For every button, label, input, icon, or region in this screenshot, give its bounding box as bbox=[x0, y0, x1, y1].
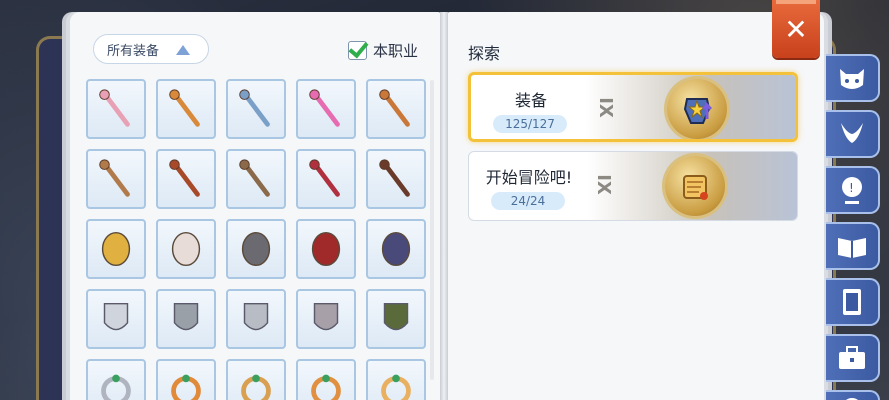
equipment-slot[interactable] bbox=[296, 79, 356, 139]
hook-staff-icon bbox=[239, 159, 270, 197]
svg-text:!: ! bbox=[849, 181, 854, 195]
equipment-grid bbox=[86, 79, 436, 400]
shovel-icon bbox=[99, 159, 130, 197]
bracelet-green-icon bbox=[381, 374, 411, 400]
tab-card[interactable] bbox=[826, 278, 880, 326]
gauntlet-icon bbox=[101, 374, 131, 400]
equipment-slot[interactable] bbox=[156, 359, 216, 400]
equipment-slot[interactable] bbox=[86, 359, 146, 400]
ring-orange-icon bbox=[311, 374, 341, 400]
bracelet-orange-icon bbox=[171, 374, 201, 400]
grid-scrollbar[interactable] bbox=[430, 80, 434, 380]
knight-statue-icon bbox=[313, 302, 339, 331]
category-name: 开始冒险吧! bbox=[485, 168, 573, 187]
staff-pink-icon bbox=[99, 89, 130, 127]
chapter-numeral: IX bbox=[592, 174, 614, 195]
category-start-adventure[interactable]: IX 开始冒险吧! 24/24 bbox=[468, 151, 798, 221]
equipment-slot[interactable] bbox=[86, 149, 146, 209]
current-job-filter[interactable]: 本职业 bbox=[348, 40, 418, 61]
equipment-slot[interactable] bbox=[156, 289, 216, 349]
round-stone-icon bbox=[241, 231, 271, 267]
ring-gold-icon bbox=[241, 374, 271, 400]
cat-face-icon bbox=[840, 69, 864, 89]
equipment-slot[interactable] bbox=[86, 289, 146, 349]
tab-compass[interactable] bbox=[826, 390, 880, 400]
equipment-slot[interactable] bbox=[156, 79, 216, 139]
book-spine bbox=[440, 12, 448, 400]
equipment-slot[interactable] bbox=[226, 149, 286, 209]
equipment-slot[interactable] bbox=[366, 359, 426, 400]
equipment-slot[interactable] bbox=[296, 359, 356, 400]
equipment-slot[interactable] bbox=[226, 289, 286, 349]
card-icon bbox=[843, 289, 861, 315]
close-icon: ✕ bbox=[784, 12, 808, 46]
paw-staff-icon bbox=[379, 89, 410, 127]
category-equipment[interactable]: IX 装备 125/127 bbox=[468, 72, 798, 142]
tab-horns[interactable] bbox=[826, 110, 880, 158]
crystal-shield-icon bbox=[103, 302, 129, 331]
equipment-slot[interactable] bbox=[296, 219, 356, 279]
category-progress: 125/127 bbox=[493, 115, 567, 133]
walking-stick-icon bbox=[379, 159, 410, 197]
equipment-slot[interactable] bbox=[86, 79, 146, 139]
speech-bubble-icon: ! bbox=[842, 177, 862, 204]
equipment-slot[interactable] bbox=[156, 219, 216, 279]
equipment-slot[interactable] bbox=[296, 289, 356, 349]
category-name: 装备 bbox=[514, 91, 547, 110]
horns-icon bbox=[841, 123, 863, 143]
equipment-slot[interactable] bbox=[156, 149, 216, 209]
open-book-icon bbox=[838, 238, 866, 258]
filter-label: 所有装备 bbox=[107, 43, 160, 59]
equipment-slot[interactable] bbox=[226, 79, 286, 139]
triangle-up-icon bbox=[176, 45, 190, 55]
pearl-shield-icon bbox=[171, 231, 201, 267]
tab-speech[interactable]: ! bbox=[826, 166, 880, 214]
job-filter-checkbox[interactable] bbox=[348, 41, 367, 60]
toolbox-icon bbox=[839, 346, 865, 369]
equipment-slot[interactable] bbox=[366, 289, 426, 349]
equipment-slot[interactable] bbox=[86, 219, 146, 279]
wand-pink-icon bbox=[309, 89, 340, 127]
close-button[interactable]: ✕ bbox=[772, 0, 820, 58]
equipment-slot[interactable] bbox=[226, 219, 286, 279]
equipment-slot[interactable] bbox=[366, 149, 426, 209]
staff-star-icon bbox=[239, 89, 270, 127]
tab-pet[interactable] bbox=[826, 54, 880, 102]
tab-book[interactable] bbox=[826, 222, 880, 270]
chapter-numeral: IX bbox=[594, 97, 616, 118]
equipment-slot[interactable] bbox=[366, 219, 426, 279]
red-book-icon bbox=[311, 231, 341, 267]
feather-icon bbox=[101, 231, 131, 267]
staff-orange-icon bbox=[169, 89, 200, 127]
equipment-filter-dropdown[interactable]: 所有装备 bbox=[93, 34, 209, 64]
category-progress: 24/24 bbox=[491, 192, 565, 210]
job-filter-label: 本职业 bbox=[373, 42, 419, 60]
equipment-slot[interactable] bbox=[296, 149, 356, 209]
blue-book-icon bbox=[381, 231, 411, 267]
tab-toolbox[interactable] bbox=[826, 334, 880, 382]
side-tab-bar: ! bbox=[826, 54, 882, 400]
red-gem-staff-icon bbox=[309, 159, 340, 197]
steel-shield-icon bbox=[173, 302, 199, 331]
compass-icon bbox=[846, 398, 858, 400]
beast-claw-icon bbox=[383, 302, 409, 331]
explore-title: 探索 bbox=[468, 44, 501, 63]
armor-medal-icon bbox=[667, 79, 727, 139]
scroll-medal-icon bbox=[665, 156, 725, 216]
equipment-slot[interactable] bbox=[366, 79, 426, 139]
silver-statue-icon bbox=[243, 302, 269, 331]
cross-staff-icon bbox=[169, 159, 200, 197]
equipment-slot[interactable] bbox=[226, 359, 286, 400]
